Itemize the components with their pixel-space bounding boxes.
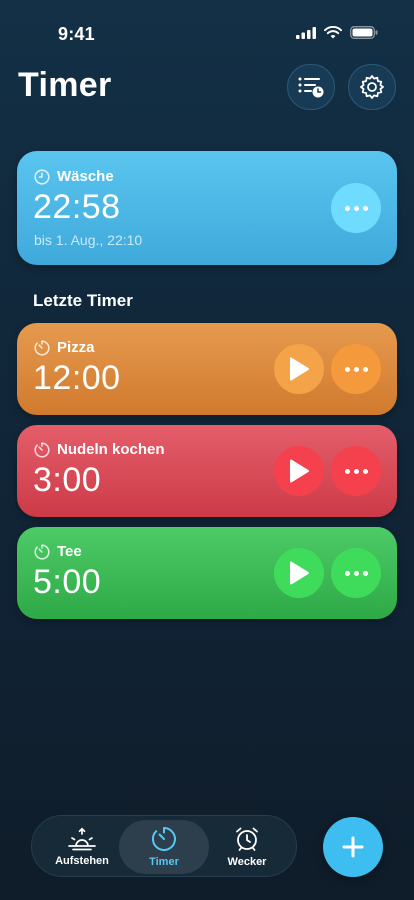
timer-icon	[34, 339, 50, 356]
add-timer-button[interactable]	[323, 817, 383, 877]
active-timer-time: 22:58	[33, 188, 121, 226]
tab-wecker[interactable]: Wecker	[207, 820, 287, 874]
active-timer-name-row: Wäsche	[34, 168, 114, 185]
recent-timer-name: Pizza	[57, 339, 95, 356]
alarm-clock-icon	[236, 827, 258, 851]
ellipsis-icon	[344, 468, 368, 474]
plus-icon	[342, 836, 364, 858]
tab-bar: Aufstehen Timer Wecker	[31, 815, 297, 877]
recent-timer-time: 5:00	[33, 563, 102, 601]
more-button[interactable]	[331, 548, 381, 598]
active-timer-card[interactable]: Wäsche 22:58 bis 1. Aug., 22:10	[17, 151, 397, 265]
recent-timer-name: Tee	[57, 543, 82, 560]
tab-aufstehen[interactable]: Aufstehen	[42, 820, 122, 874]
cellular-signal-icon	[296, 26, 316, 39]
sunrise-icon	[68, 827, 96, 851]
recent-timer-name: Nudeln kochen	[57, 441, 165, 458]
play-button[interactable]	[274, 548, 324, 598]
recent-timer-time: 3:00	[33, 461, 102, 499]
tab-label: Aufstehen	[55, 855, 109, 867]
recent-timer-card-nudeln[interactable]: Nudeln kochen 3:00	[17, 425, 397, 517]
gear-icon	[360, 75, 384, 99]
active-timer-name: Wäsche	[57, 168, 114, 185]
list-clock-icon	[298, 77, 324, 98]
status-icons	[296, 26, 378, 39]
ellipsis-icon	[344, 205, 368, 211]
timer-list-button[interactable]	[287, 64, 335, 110]
status-bar: 9:41	[0, 0, 414, 64]
more-button[interactable]	[331, 446, 381, 496]
play-icon	[290, 459, 309, 483]
status-time: 9:41	[58, 24, 95, 44]
recent-timer-time: 12:00	[33, 359, 121, 397]
battery-icon	[350, 26, 378, 39]
timer-icon	[34, 543, 50, 560]
active-timer-until: bis 1. Aug., 22:10	[34, 232, 143, 248]
play-button[interactable]	[274, 446, 324, 496]
recent-timer-name-row: Nudeln kochen	[34, 441, 165, 458]
tab-timer[interactable]: Timer	[119, 820, 209, 874]
timer-icon	[151, 827, 176, 851]
recent-timer-card-tee[interactable]: Tee 5:00	[17, 527, 397, 619]
ellipsis-icon	[344, 366, 368, 372]
ellipsis-icon	[344, 570, 368, 576]
tab-label: Timer	[149, 856, 179, 868]
wifi-icon	[324, 26, 342, 39]
recent-timer-name-row: Tee	[34, 543, 82, 560]
recent-timers-title: Letzte Timer	[33, 291, 133, 310]
play-icon	[290, 561, 309, 585]
recent-timer-name-row: Pizza	[34, 339, 95, 356]
more-button[interactable]	[331, 344, 381, 394]
page-title: Timer	[18, 66, 112, 104]
settings-button[interactable]	[348, 64, 396, 110]
tab-label: Wecker	[227, 856, 267, 868]
play-icon	[290, 357, 309, 381]
active-timer-more-button[interactable]	[331, 183, 381, 233]
clock-icon	[34, 168, 50, 185]
timer-icon	[34, 441, 50, 458]
play-button[interactable]	[274, 344, 324, 394]
recent-timer-card-pizza[interactable]: Pizza 12:00	[17, 323, 397, 415]
